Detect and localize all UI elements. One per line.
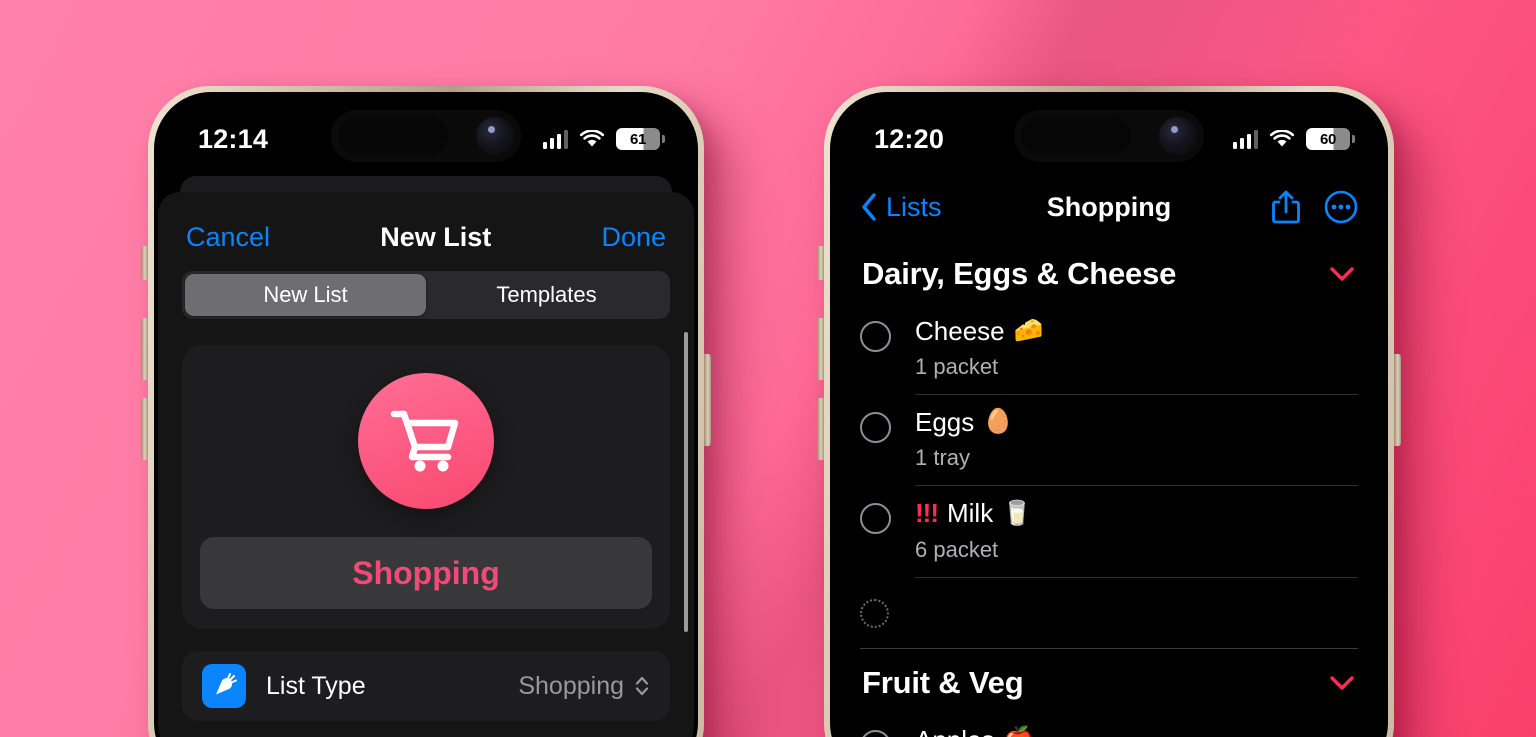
right-phone-volume-down-button[interactable]	[817, 398, 824, 460]
wifi-icon	[1269, 129, 1295, 146]
wifi-icon	[579, 129, 605, 146]
segmented-control[interactable]: New List Templates	[182, 271, 670, 319]
battery-level: 60	[1319, 130, 1337, 148]
done-button[interactable]: Done	[601, 222, 666, 253]
shopping-cart-icon	[390, 410, 459, 472]
new-list-sheet: Cancel New List Done New List Templates	[158, 192, 694, 737]
back-to-lists-button[interactable]: Lists	[860, 191, 942, 223]
item-quantity: 1 tray	[915, 445, 971, 471]
right-status-bar: 12:20 60	[834, 96, 1384, 168]
back-label: Lists	[886, 191, 942, 222]
right-phone-screen: 12:20 60 Lists Shopping Dairy, Eggs & Ch…	[834, 96, 1384, 737]
item-name: Milk	[946, 498, 994, 529]
section-header-fruit-veg[interactable]: Fruit & Veg	[860, 649, 1358, 713]
new-item-row[interactable]	[860, 578, 1358, 628]
new-item-checkbox-icon[interactable]	[860, 598, 889, 628]
vertical-scrollbar[interactable]	[684, 332, 688, 632]
battery-icon: 61	[616, 128, 665, 150]
list-name-value: Shopping	[352, 554, 500, 591]
list-item[interactable]: Cheese 🧀 1 packet	[860, 304, 1358, 380]
chevron-up-down-icon[interactable]	[634, 673, 650, 699]
item-emoji: 🧀	[1013, 317, 1044, 345]
battery-icon: 60	[1306, 128, 1355, 150]
item-emoji: 🥚	[983, 408, 1014, 436]
left-phone-device: 12:14 61 Cancel New List Done New List T…	[141, 86, 711, 737]
chevron-left-icon	[862, 193, 876, 221]
item-priority-badge: !!!	[915, 498, 939, 529]
item-checkbox[interactable]	[860, 729, 891, 737]
list-type-label: List Type	[266, 671, 366, 700]
section-header-dairy[interactable]: Dairy, Eggs & Cheese	[860, 240, 1358, 304]
new-item-input[interactable]	[913, 594, 1358, 624]
list-navigation-bar: Lists Shopping	[834, 174, 1384, 240]
item-quantity: 6 packet	[915, 536, 999, 562]
left-status-bar: 12:14 61	[158, 96, 694, 168]
item-quantity: 1 packet	[915, 354, 999, 380]
section-title: Fruit & Veg	[862, 664, 1024, 700]
item-checkbox[interactable]	[860, 321, 891, 352]
right-phone-power-button[interactable]	[1394, 354, 1401, 446]
item-name: Cheese	[915, 316, 1005, 346]
list-name-input[interactable]: Shopping	[200, 537, 652, 609]
carrot-icon	[202, 664, 246, 708]
battery-level: 61	[629, 130, 647, 148]
left-phone-screen: 12:14 61 Cancel New List Done New List T…	[158, 96, 694, 737]
item-emoji: 🥛	[1002, 499, 1033, 527]
right-phone-silent-switch[interactable]	[817, 246, 824, 280]
list-item[interactable]: !!! Milk 🥛 6 packet	[860, 486, 1358, 562]
status-time: 12:14	[198, 123, 269, 154]
left-phone-silent-switch[interactable]	[141, 246, 148, 280]
list-type-value: Shopping	[518, 671, 624, 700]
left-phone-volume-up-button[interactable]	[141, 318, 148, 380]
chevron-down-icon[interactable]	[1328, 265, 1356, 283]
chevron-down-icon[interactable]	[1328, 674, 1356, 692]
share-icon[interactable]	[1270, 189, 1302, 225]
list-identity-card: Shopping	[182, 345, 670, 629]
ellipsis-circle-icon[interactable]	[1324, 190, 1358, 224]
item-emoji: 🍎	[1004, 726, 1034, 737]
list-type-row[interactable]: List Type Shopping	[182, 651, 670, 721]
status-time: 12:20	[874, 123, 945, 154]
item-checkbox[interactable]	[860, 412, 891, 444]
item-checkbox[interactable]	[860, 503, 891, 535]
right-phone-volume-up-button[interactable]	[817, 318, 824, 380]
segment-templates[interactable]: Templates	[426, 274, 667, 316]
shopping-list-body: Dairy, Eggs & Cheese Cheese 🧀 1 packet E…	[834, 240, 1384, 737]
right-phone-device: 12:20 60 Lists Shopping Dairy, Eggs & Ch…	[817, 86, 1401, 737]
left-phone-volume-down-button[interactable]	[141, 398, 148, 460]
cancel-button[interactable]: Cancel	[186, 222, 270, 253]
list-item[interactable]: Apples 🍎	[860, 713, 1358, 737]
segment-new-list[interactable]: New List	[185, 274, 426, 316]
list-icon-picker-button[interactable]	[358, 373, 494, 509]
signal-bars-icon	[542, 129, 568, 149]
section-title: Dairy, Eggs & Cheese	[862, 256, 1177, 291]
item-name: Apples	[915, 725, 995, 737]
sheet-navigation-bar: Cancel New List Done	[158, 192, 694, 265]
list-item[interactable]: Eggs 🥚 1 tray	[860, 395, 1358, 471]
item-name: Eggs	[915, 407, 975, 438]
sheet-title: New List	[380, 222, 492, 252]
left-phone-power-button[interactable]	[704, 354, 711, 446]
signal-bars-icon	[1232, 129, 1258, 149]
